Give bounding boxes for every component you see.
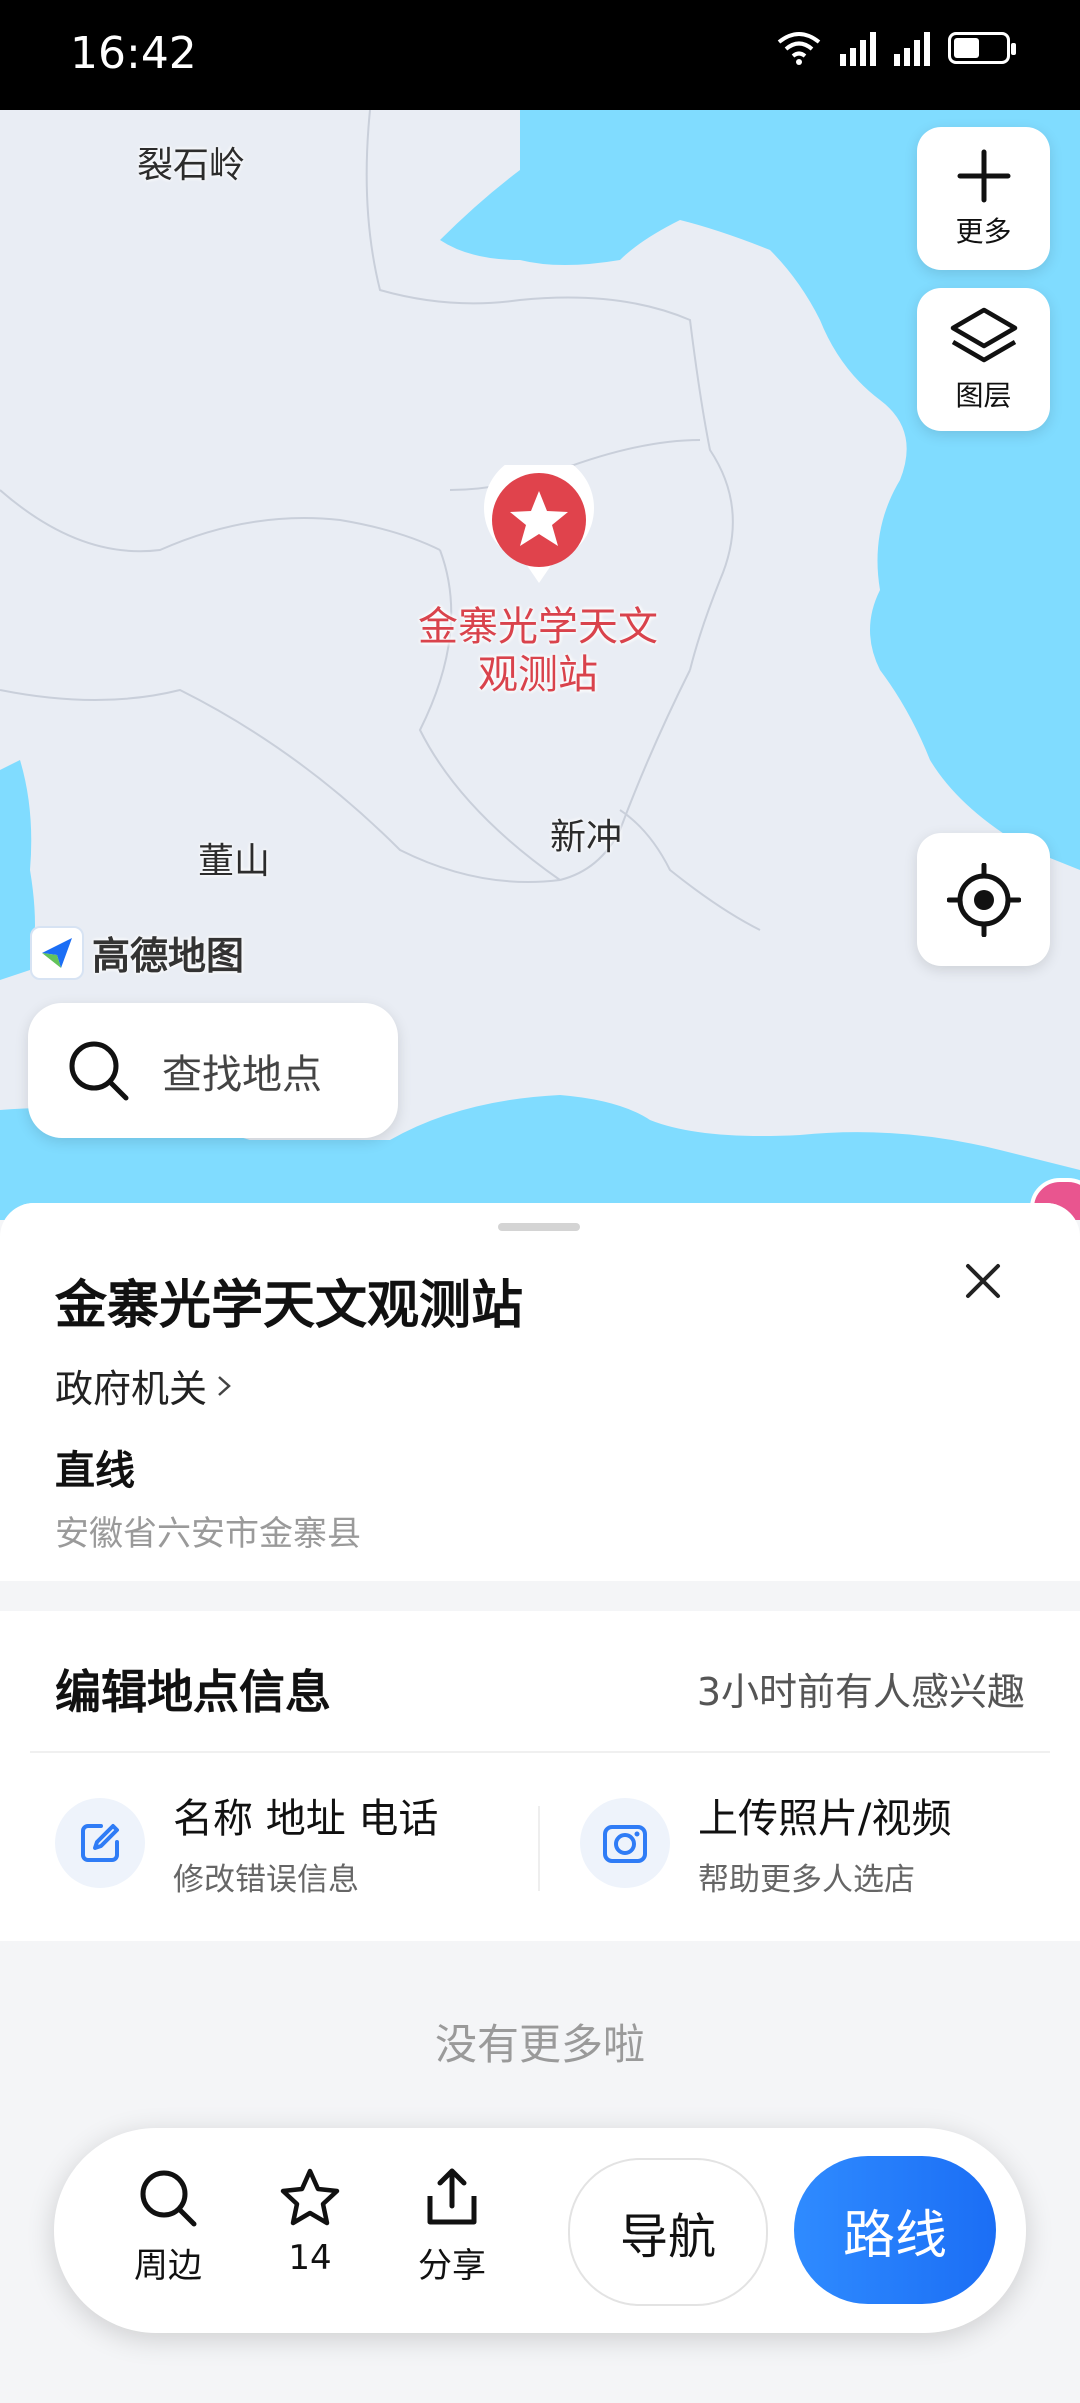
layers-icon (950, 307, 1017, 362)
battery-icon (948, 32, 1016, 64)
cellular-signal-icon (840, 30, 876, 66)
status-time: 16:42 (70, 28, 197, 79)
favorite-count: 14 (288, 2238, 332, 2278)
amap-logo-icon (30, 925, 84, 980)
status-icons (776, 30, 1016, 66)
share-button[interactable]: 分享 (392, 2166, 512, 2287)
layers-label: 图层 (955, 378, 1012, 412)
more-button[interactable]: 更多 (917, 127, 1050, 270)
search-icon (69, 1041, 129, 1100)
chevron-right-icon (218, 1375, 231, 1396)
locate-me-button[interactable] (917, 833, 1050, 966)
poi-star-marker-icon[interactable] (478, 465, 600, 587)
amap-logo-text: 高德地图 (92, 934, 245, 978)
wifi-icon (777, 32, 821, 65)
edit-item-subtitle: 修改错误信息 (173, 1862, 359, 1898)
search-placeholder: 查找地点 (162, 1051, 322, 1098)
upload-photo-video[interactable]: 上传照片/视频 帮助更多人选店 (580, 1786, 951, 1899)
navigate-button[interactable]: 导航 (568, 2158, 768, 2306)
locate-crosshair-icon (946, 862, 1021, 937)
plus-icon (957, 149, 1010, 202)
drag-handle[interactable] (498, 1223, 580, 1231)
search-box[interactable]: 查找地点 (28, 1003, 398, 1138)
layers-button[interactable]: 图层 (917, 288, 1050, 431)
search-icon (140, 2170, 197, 2227)
cellular-signal-icon (894, 30, 930, 66)
interest-text: 3小时前有人感兴趣 (696, 1670, 1025, 1714)
route-button[interactable]: 路线 (794, 2156, 996, 2304)
favorite-button[interactable]: 14 (250, 2166, 370, 2278)
place-address: 安徽省六安市金寨县 (55, 1514, 361, 1554)
map-place-label: 新冲 (550, 817, 623, 858)
no-more-text: 没有更多啦 (434, 2020, 645, 2069)
place-title: 金寨光学天文观测站 (55, 1276, 524, 1336)
star-icon (280, 2168, 340, 2226)
share-label: 分享 (418, 2246, 486, 2286)
close-icon[interactable] (960, 1258, 1006, 1304)
map-view[interactable]: 裂石岭 董山 新冲 金寨光学天文观测站 更多 图层 高德地图 查找地点 (0, 110, 1080, 1220)
status-bar: 16:42 (0, 0, 1080, 110)
map-place-label: 裂石岭 (137, 145, 246, 186)
place-category-label: 政府机关 (55, 1367, 208, 1411)
more-label: 更多 (955, 214, 1012, 248)
poi-label[interactable]: 金寨光学天文观测站 (418, 603, 658, 699)
distance-label: 直线 (55, 1448, 135, 1494)
place-category[interactable]: 政府机关 (55, 1358, 233, 1413)
camera-icon (580, 1797, 670, 1888)
divider (538, 1806, 540, 1891)
upload-item-title: 上传照片/视频 (698, 1796, 952, 1842)
divider (30, 1751, 1050, 1753)
edit-section-heading: 编辑地点信息 (55, 1665, 331, 1719)
share-icon (427, 2168, 477, 2225)
place-info-card: 金寨光学天文观测站 政府机关 直线 安徽省六安市金寨县 (0, 1203, 1080, 1581)
bottom-action-bar: 周边 14 分享 导航 路线 (54, 2128, 1026, 2333)
upload-item-subtitle: 帮助更多人选店 (698, 1862, 915, 1898)
edit-name-address-phone[interactable]: 名称 地址 电话 修改错误信息 (55, 1786, 438, 1899)
nearby-label: 周边 (134, 2246, 202, 2286)
edit-info-card: 编辑地点信息 3小时前有人感兴趣 名称 地址 电话 修改错误信息 上传照片/视频… (0, 1611, 1080, 1941)
nearby-button[interactable]: 周边 (108, 2166, 228, 2287)
edit-icon (55, 1797, 145, 1888)
amap-logo: 高德地图 (30, 925, 244, 980)
edit-item-title: 名称 地址 电话 (173, 1796, 439, 1842)
map-place-label: 董山 (198, 841, 271, 882)
